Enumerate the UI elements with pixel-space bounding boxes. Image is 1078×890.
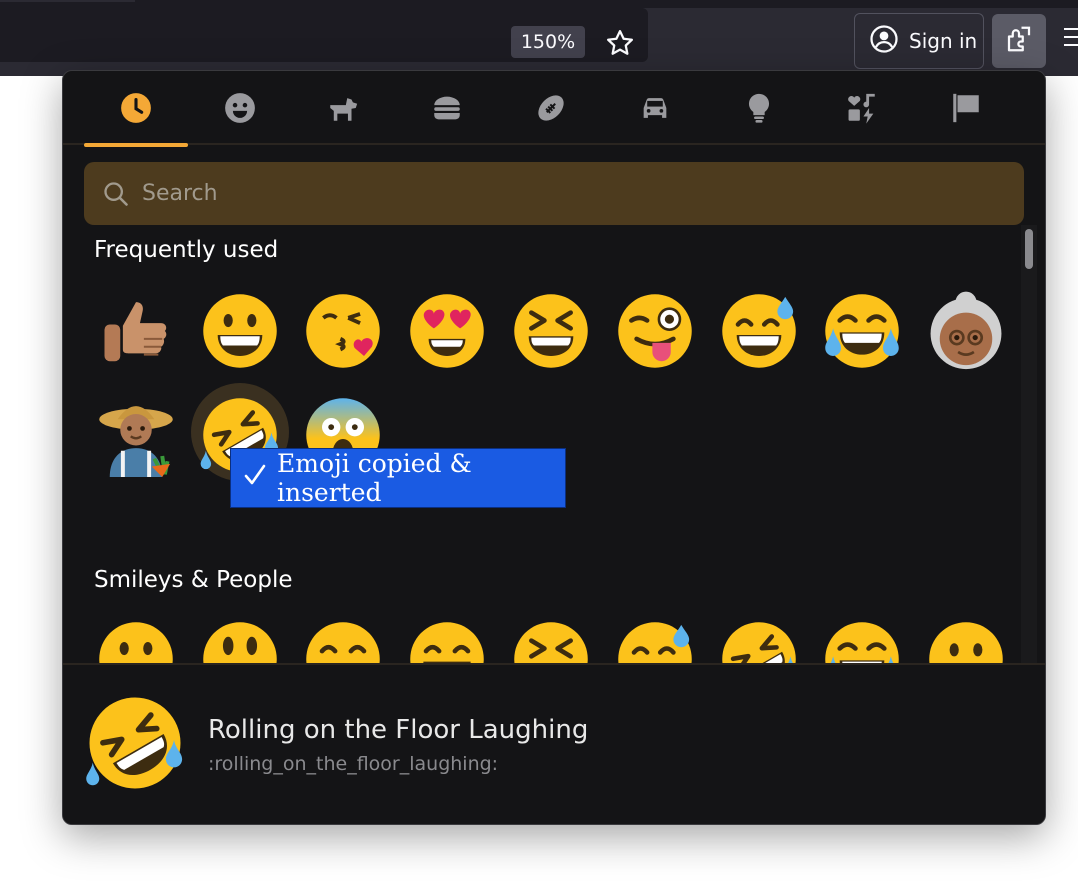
account-circle-icon xyxy=(869,24,899,59)
tab-symbols[interactable] xyxy=(811,71,915,145)
tab-flags[interactable] xyxy=(914,71,1018,145)
clock-icon xyxy=(121,93,151,123)
section-title-smileys: Smileys & People xyxy=(94,567,293,593)
emoji-farmer[interactable] xyxy=(84,383,188,487)
emoji-thumbs-up[interactable] xyxy=(84,279,188,383)
preview-emoji-rofl xyxy=(86,697,183,789)
tab-smileys[interactable] xyxy=(188,71,292,145)
football-icon xyxy=(538,95,564,121)
toast-text: Emoji copied & inserted xyxy=(277,449,472,507)
tab-travel[interactable] xyxy=(603,71,707,145)
emoji-list[interactable]: Frequently used Smileys & People xyxy=(84,229,1019,663)
symbols-icon xyxy=(848,93,876,124)
extensions-button[interactable] xyxy=(992,14,1046,68)
car-icon xyxy=(643,98,667,118)
search-icon xyxy=(104,181,128,206)
zoom-level-button[interactable]: 150% xyxy=(511,26,585,58)
tab-animals[interactable] xyxy=(292,71,396,145)
puzzle-icon xyxy=(1004,24,1034,58)
browser-tab-strip xyxy=(0,0,1078,8)
section-title-frequent: Frequently used xyxy=(94,237,279,263)
tab-food[interactable] xyxy=(395,71,499,145)
sign-in-button[interactable]: Sign in xyxy=(854,13,984,69)
preview-emoji-shortcode: :rolling_on_the_floor_laughing: xyxy=(208,753,499,775)
hamburger-menu-icon[interactable] xyxy=(1064,28,1078,52)
emoji-grinning[interactable] xyxy=(188,279,292,383)
emoji-old-woman[interactable] xyxy=(914,279,1018,383)
search-input[interactable]: Search xyxy=(84,162,1024,225)
smiley-icon xyxy=(224,93,255,123)
tab-recent[interactable] xyxy=(84,71,188,147)
tab-activities[interactable] xyxy=(499,71,603,145)
emoji-grinning[interactable] xyxy=(84,607,188,663)
sign-in-label: Sign in xyxy=(909,29,978,53)
emoji-tears-of-joy[interactable] xyxy=(811,279,915,383)
emoji-slightly-smiling[interactable] xyxy=(914,607,1018,663)
burger-icon xyxy=(434,96,461,120)
emoji-preview: Rolling on the Floor Laughing :rolling_o… xyxy=(63,663,1045,824)
emoji-heart-eyes[interactable] xyxy=(395,279,499,383)
emoji-squinting-laugh[interactable] xyxy=(499,607,603,663)
active-tab-edge xyxy=(0,0,135,2)
dog-icon xyxy=(330,98,358,121)
emoji-tears-of-joy[interactable] xyxy=(811,607,915,663)
scrollbar-thumb[interactable] xyxy=(1025,229,1033,269)
star-icon[interactable] xyxy=(602,25,638,61)
emoji-winking-tongue[interactable] xyxy=(603,279,707,383)
emoji-kissing-heart[interactable] xyxy=(292,279,396,383)
emoji-rofl[interactable] xyxy=(707,607,811,663)
emoji-grinning-sweat[interactable] xyxy=(707,279,811,383)
preview-emoji-name: Rolling on the Floor Laughing xyxy=(208,715,589,745)
checkmark-icon xyxy=(243,462,267,494)
emoji-grinning-sweat[interactable] xyxy=(603,607,707,663)
emoji-beaming[interactable] xyxy=(395,607,499,663)
lightbulb-icon xyxy=(748,93,769,123)
emoji-grinning-smiling-eyes[interactable] xyxy=(292,607,396,663)
flag-icon xyxy=(953,93,980,123)
category-tabs xyxy=(63,71,1045,147)
search-placeholder: Search xyxy=(142,181,218,206)
copied-toast: Emoji copied & inserted xyxy=(230,448,566,508)
emoji-grinning-big-eyes[interactable] xyxy=(188,607,292,663)
emoji-list-scrollbar[interactable] xyxy=(1021,225,1037,663)
emoji-squinting-laugh[interactable] xyxy=(499,279,603,383)
tab-objects[interactable] xyxy=(707,71,811,145)
smileys-grid xyxy=(84,607,1018,663)
